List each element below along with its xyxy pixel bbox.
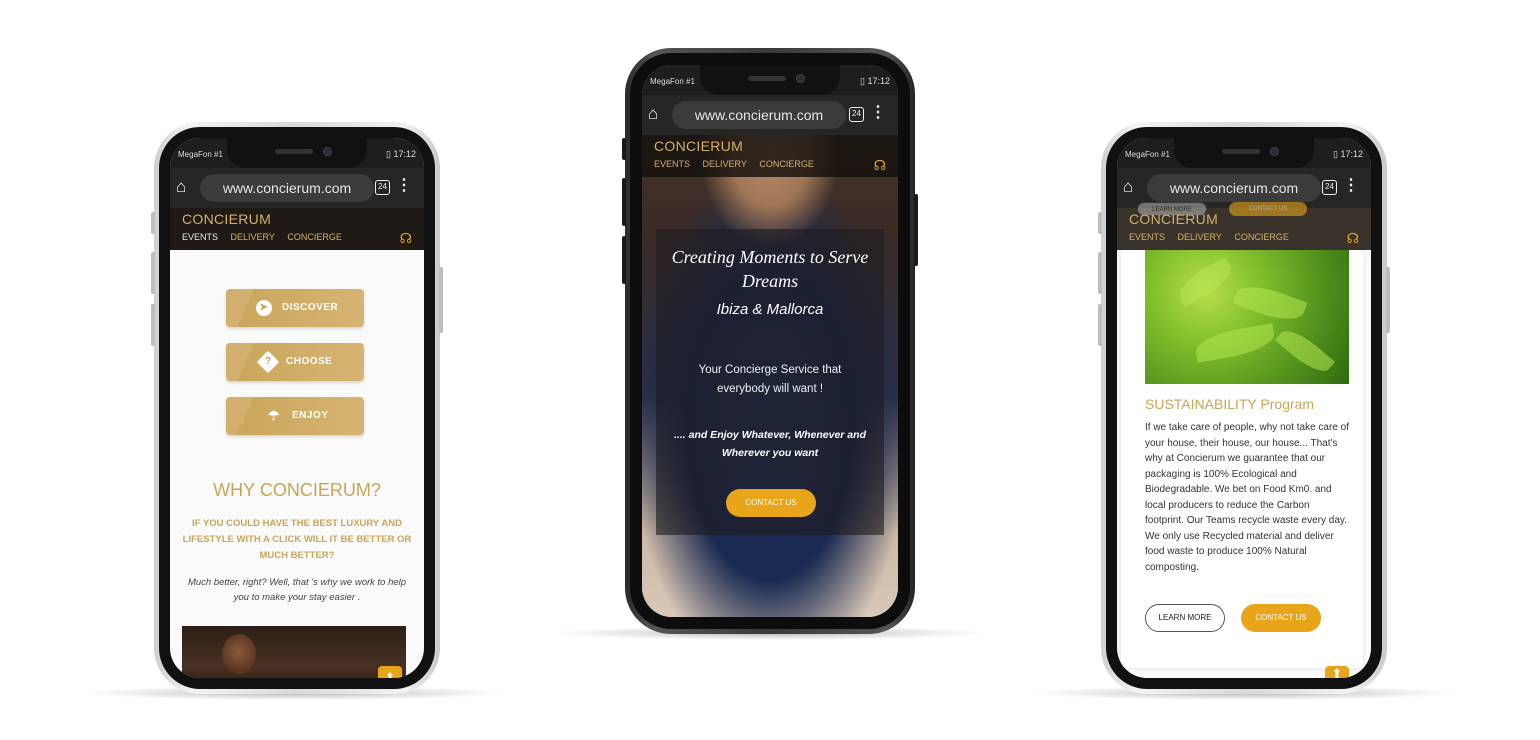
discover-label: DISCOVER — [282, 302, 339, 313]
nav-events[interactable]: EVENTS — [1129, 232, 1165, 242]
hero-title: Creating Moments to Serve Dreams — [671, 247, 869, 291]
enjoy-button[interactable]: ☂ ENJOY — [226, 397, 364, 435]
learn-more-button[interactable]: LEARN MORE — [1145, 604, 1225, 632]
site-nav: EVENTS DELIVERY CONCIERGE — [654, 159, 824, 169]
nav-concierge[interactable]: CONCIERGE — [287, 232, 342, 242]
side-button — [439, 267, 443, 333]
side-button — [622, 178, 626, 226]
screen: MegaFon #1 ▯ 17:12 ⌂ www.concierum.com 2… — [170, 138, 424, 678]
tabs-count-icon[interactable]: 24 — [1322, 180, 1337, 195]
nav-delivery[interactable]: DELIVERY — [703, 159, 747, 169]
side-button — [151, 212, 155, 234]
url-field[interactable]: www.concierum.com — [1147, 174, 1321, 202]
nav-concierge[interactable]: CONCIERGE — [759, 159, 814, 169]
site-nav: EVENTS DELIVERY CONCIERGE — [1129, 232, 1299, 242]
site-header: CONCIERUM EVENTS DELIVERY CONCIERGE ☊ — [642, 135, 898, 177]
umbrella-icon: ☂ — [267, 408, 281, 423]
side-button — [914, 194, 918, 266]
site-nav: EVENTS DELIVERY CONCIERGE — [182, 232, 352, 242]
hero-enjoy-text: .... and Enjoy Whatever, Whenever and Wh… — [674, 429, 866, 459]
nav-concierge[interactable]: CONCIERGE — [1234, 232, 1289, 242]
home-icon[interactable]: ⌂ — [176, 178, 186, 196]
choose-button[interactable]: ? CHOOSE — [226, 343, 364, 381]
notch — [700, 65, 840, 95]
leaves-photo — [1145, 250, 1349, 384]
phone-center: MegaFon #1 ▯ 17:12 ⌂ www.concierum.com 2… — [622, 48, 918, 634]
headset-icon[interactable]: ☊ — [874, 157, 886, 174]
sustainability-body: If we take care of people, why not take … — [1145, 422, 1350, 573]
side-button — [1386, 267, 1390, 333]
url-field[interactable]: www.concierum.com — [672, 101, 846, 129]
screen: MegaFon #1 ▯ 17:12 ⌂ www.concierum.com 2… — [1117, 138, 1371, 678]
site-header: CONCIERUM EVENTS DELIVERY CONCIERGE ☊ — [170, 208, 424, 250]
nav-delivery[interactable]: DELIVERY — [1178, 232, 1222, 242]
home-icon[interactable]: ⌂ — [648, 105, 658, 123]
tabs-count-icon[interactable]: 24 — [375, 180, 390, 195]
headset-icon[interactable]: ☊ — [1347, 230, 1359, 247]
choose-label: CHOOSE — [286, 356, 333, 367]
side-button — [622, 236, 626, 284]
browser-menu-icon[interactable]: ⋮ — [870, 104, 886, 122]
phone-right: MegaFon #1 ▯ 17:12 ⌂ www.concierum.com 2… — [1098, 122, 1390, 694]
why-subtitle: IF YOU COULD HAVE THE BEST LUXURY AND LI… — [182, 518, 412, 561]
nav-events[interactable]: EVENTS — [654, 159, 690, 169]
headset-icon[interactable]: ☊ — [400, 230, 412, 247]
sustainability-card: SUSTAINABILITY Program If we take care o… — [1121, 250, 1363, 668]
bezel: MegaFon #1 ▯ 17:12 ⌂ www.concierum.com 2… — [1106, 127, 1382, 689]
browser-menu-icon[interactable]: ⋮ — [1343, 177, 1359, 195]
hero-overlay: Creating Moments to Serve Dreams Ibiza &… — [656, 229, 884, 535]
side-button — [1098, 252, 1102, 294]
question-diamond-icon: ? — [256, 350, 280, 374]
bezel: MegaFon #1 ▯ 17:12 ⌂ www.concierum.com 2… — [630, 53, 910, 629]
carrier-label: MegaFon #1 — [178, 150, 223, 159]
status-right: ▯ 17:12 — [860, 76, 890, 86]
event-photo — [182, 626, 406, 678]
site-logo[interactable]: CONCIERUM — [182, 211, 271, 227]
ghost-contact-us: CONTACT US — [1229, 202, 1307, 216]
carrier-label: MegaFon #1 — [650, 77, 695, 86]
side-button — [622, 138, 626, 160]
contact-us-button[interactable]: CONTACT US — [726, 489, 816, 517]
browser-menu-icon[interactable]: ⋮ — [396, 177, 412, 195]
browser-url-bar: ⌂ www.concierum.com 24 ⋮ — [170, 168, 424, 208]
discover-button[interactable]: ➤ DISCOVER — [226, 289, 364, 327]
why-title: WHY CONCIERUM? — [213, 480, 381, 500]
site-logo[interactable]: CONCIERUM — [654, 138, 743, 154]
carrier-label: MegaFon #1 — [1125, 150, 1170, 159]
enjoy-label: ENJOY — [292, 410, 329, 421]
scroll-top-button[interactable]: ⬆ — [1325, 666, 1349, 678]
bezel: MegaFon #1 ▯ 17:12 ⌂ www.concierum.com 2… — [159, 127, 435, 689]
contact-us-button[interactable]: CONTACT US — [1241, 604, 1321, 632]
scroll-top-button[interactable]: ⬆ — [378, 666, 402, 678]
notch — [1174, 138, 1314, 168]
clock: 17:12 — [867, 76, 890, 86]
side-button — [151, 252, 155, 294]
side-button — [1098, 304, 1102, 346]
hero-location: Ibiza & Mallorca — [716, 301, 824, 318]
compass-icon: ➤ — [256, 300, 272, 316]
screen: MegaFon #1 ▯ 17:12 ⌂ www.concierum.com 2… — [642, 65, 898, 617]
browser-url-bar: ⌂ www.concierum.com 24 ⋮ — [642, 95, 898, 135]
why-body: Much better, right? Well, that 's why we… — [187, 577, 407, 603]
url-field[interactable]: www.concierum.com — [200, 174, 374, 202]
notch — [227, 138, 367, 168]
site-logo[interactable]: CONCIERUM — [1129, 211, 1218, 227]
clock: 17:12 — [1340, 149, 1363, 159]
status-right: ▯ 17:12 — [386, 149, 416, 159]
nav-delivery[interactable]: DELIVERY — [231, 232, 275, 242]
site-header: LEARN MORE CONTACT US CONCIERUM EVENTS D… — [1117, 202, 1371, 250]
sustainability-title: SUSTAINABILITY Program — [1145, 396, 1315, 412]
hero-text: Your Concierge Service that everybody wi… — [698, 364, 842, 395]
phone-left: MegaFon #1 ▯ 17:12 ⌂ www.concierum.com 2… — [151, 122, 443, 694]
status-right: ▯ 17:12 — [1333, 149, 1363, 159]
clock: 17:12 — [393, 149, 416, 159]
home-icon[interactable]: ⌂ — [1123, 178, 1133, 196]
side-button — [1098, 212, 1102, 234]
side-button — [151, 304, 155, 346]
tabs-count-icon[interactable]: 24 — [849, 107, 864, 122]
nav-events[interactable]: EVENTS — [182, 232, 218, 242]
